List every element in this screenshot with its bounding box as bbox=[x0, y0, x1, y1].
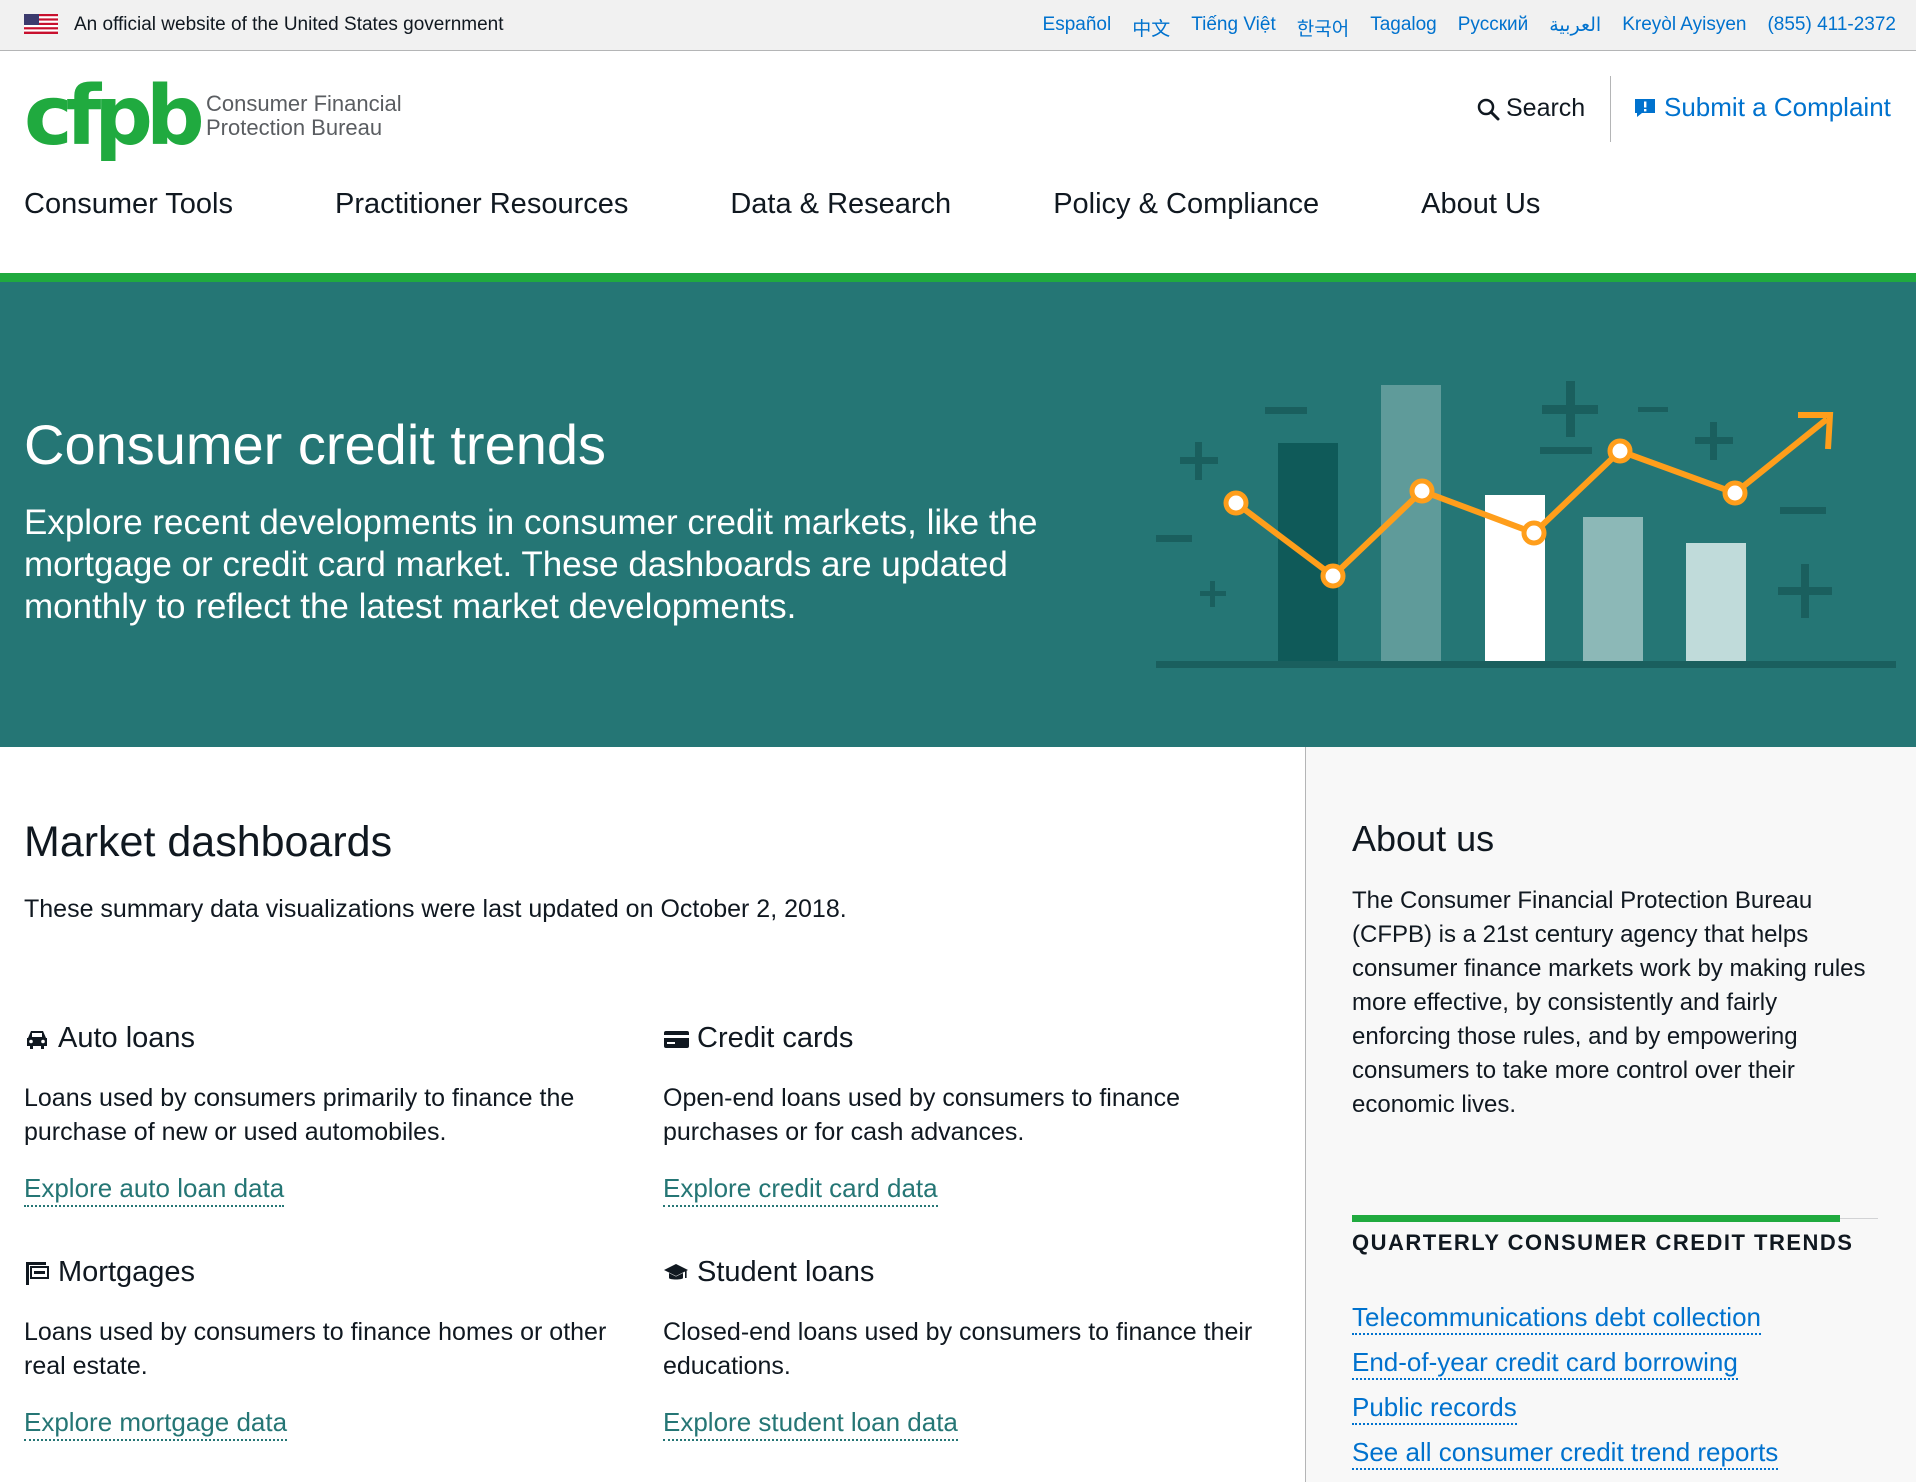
quarterly-accent-bar bbox=[1352, 1215, 1840, 1222]
dashboard-card-auto-loans: Auto loans Loans used by consumers prima… bbox=[24, 1022, 614, 1207]
explore-mortgage-link[interactable]: Explore mortgage data bbox=[24, 1407, 288, 1441]
car-icon bbox=[27, 1030, 47, 1049]
lang-link-spanish[interactable]: Español bbox=[1043, 14, 1112, 41]
credit-card-icon bbox=[664, 1030, 689, 1048]
dashboard-card-student-loans: Student loans Closed-end loans used by c… bbox=[663, 1256, 1253, 1441]
hero-banner: Consumer credit trends Explore recent de… bbox=[0, 273, 1916, 747]
hero-chart-illustration bbox=[1156, 381, 1896, 668]
link-see-all-reports[interactable]: See all consumer credit trend reports bbox=[1352, 1437, 1779, 1470]
link-label: Public records bbox=[1352, 1392, 1517, 1425]
market-dashboards-title: Market dashboards bbox=[24, 818, 393, 866]
hero-bar-5 bbox=[1686, 543, 1746, 661]
quarterly-rule bbox=[1840, 1218, 1878, 1219]
content-divider bbox=[1305, 747, 1306, 1482]
link-telecommunications-debt[interactable]: Telecommunications debt collection bbox=[1352, 1302, 1778, 1335]
hero-description: Explore recent developments in consumer … bbox=[24, 503, 1038, 626]
us-flag-icon bbox=[24, 14, 58, 34]
quarterly-trends-title: QUARTERLY CONSUMER CREDIT TRENDS bbox=[1352, 1230, 1854, 1255]
card-description: Open-end loans used by consumers to fina… bbox=[663, 1084, 1180, 1146]
card-title: Mortgages bbox=[58, 1256, 196, 1288]
explore-student-loan-link[interactable]: Explore student loan data bbox=[663, 1407, 958, 1441]
logo-line-1: Consumer Financial bbox=[206, 91, 402, 116]
lang-link-vietnamese[interactable]: Tiếng Việt bbox=[1191, 14, 1276, 41]
language-list: Español 中文 Tiếng Việt 한국어 Tagalog Русски… bbox=[1043, 14, 1896, 41]
card-heading: Auto loans bbox=[24, 1022, 614, 1055]
graduation-cap-icon bbox=[664, 1263, 688, 1279]
complaint-bubble-icon bbox=[1635, 98, 1655, 117]
logo-line-2: Protection Bureau bbox=[206, 115, 383, 140]
cfpb-logo[interactable]: cfpb Consumer Financial Protection Burea… bbox=[24, 72, 424, 162]
link-label: See all consumer credit trend reports bbox=[1352, 1437, 1779, 1470]
nav-item-data-research[interactable]: Data & Research bbox=[730, 188, 951, 221]
link-label: Telecommunications debt collection bbox=[1352, 1302, 1761, 1335]
explore-auto-loan-link[interactable]: Explore auto loan data bbox=[24, 1173, 285, 1207]
quarterly-links: Telecommunications debt collection End-o… bbox=[1352, 1302, 1779, 1482]
lang-link-arabic[interactable]: العربية bbox=[1549, 14, 1601, 41]
search-label: Search bbox=[1506, 94, 1586, 122]
search-icon bbox=[1477, 98, 1500, 120]
lang-link-russian[interactable]: Русский bbox=[1458, 14, 1529, 41]
logo-text: Consumer Financial Protection Bureau bbox=[206, 92, 402, 140]
lang-link-chinese[interactable]: 中文 bbox=[1132, 14, 1170, 41]
link-public-records[interactable]: Public records bbox=[1352, 1392, 1778, 1425]
card-description: Loans used by consumers primarily to fin… bbox=[24, 1084, 575, 1146]
dashboard-card-mortgages: Mortgages Loans used by consumers to fin… bbox=[24, 1256, 614, 1441]
about-us-title: About us bbox=[1352, 818, 1495, 859]
gov-banner-text: An official website of the United States… bbox=[74, 14, 504, 35]
submit-complaint-button[interactable]: Submit a Complaint bbox=[1634, 92, 1891, 123]
lang-link-tagalog[interactable]: Tagalog bbox=[1370, 14, 1437, 41]
nav-item-practitioner-resources[interactable]: Practitioner Resources bbox=[335, 188, 628, 221]
nav-item-policy-compliance[interactable]: Policy & Compliance bbox=[1053, 188, 1319, 221]
lang-link-haitian-creole[interactable]: Kreyòl Ayisyen bbox=[1622, 14, 1746, 41]
sold-sign-icon bbox=[26, 1261, 49, 1285]
card-heading: Mortgages bbox=[24, 1256, 614, 1289]
gov-banner: An official website of the United States… bbox=[0, 0, 1916, 51]
hero-bar-4 bbox=[1583, 517, 1643, 661]
dashboard-card-credit-cards: Credit cards Open-end loans used by cons… bbox=[663, 1022, 1253, 1207]
nav-item-about-us[interactable]: About Us bbox=[1421, 188, 1540, 221]
hero-title: Consumer credit trends bbox=[24, 413, 607, 476]
hero-baseline bbox=[1156, 661, 1896, 668]
logo-mark: cfpb bbox=[24, 69, 205, 164]
hero-bar-1 bbox=[1278, 443, 1338, 661]
last-updated-text: These summary data visualizations were l… bbox=[24, 895, 847, 923]
card-title: Student loans bbox=[697, 1256, 875, 1288]
header-divider bbox=[1610, 76, 1611, 142]
card-description: Closed-end loans used by consumers to fi… bbox=[663, 1318, 1253, 1380]
main-nav: Consumer Tools Practitioner Resources Da… bbox=[24, 188, 1642, 221]
card-description: Loans used by consumers to finance homes… bbox=[24, 1318, 607, 1380]
nav-item-consumer-tools[interactable]: Consumer Tools bbox=[24, 188, 233, 221]
card-title: Auto loans bbox=[58, 1022, 196, 1054]
link-end-of-year-credit-card[interactable]: End-of-year credit card borrowing bbox=[1352, 1347, 1778, 1380]
card-heading: Student loans bbox=[663, 1256, 1253, 1289]
lang-link-korean[interactable]: 한국어 bbox=[1297, 14, 1349, 41]
card-heading: Credit cards bbox=[663, 1022, 1253, 1055]
about-us-text: The Consumer Financial Protection Bureau… bbox=[1352, 887, 1866, 1118]
card-title: Credit cards bbox=[697, 1022, 854, 1054]
link-label: End-of-year credit card borrowing bbox=[1352, 1347, 1738, 1380]
explore-credit-card-link[interactable]: Explore credit card data bbox=[663, 1173, 938, 1207]
complaint-label: Submit a Complaint bbox=[1664, 92, 1891, 122]
phone-link[interactable]: (855) 411-2372 bbox=[1767, 14, 1896, 41]
search-button[interactable]: Search bbox=[1476, 94, 1585, 123]
